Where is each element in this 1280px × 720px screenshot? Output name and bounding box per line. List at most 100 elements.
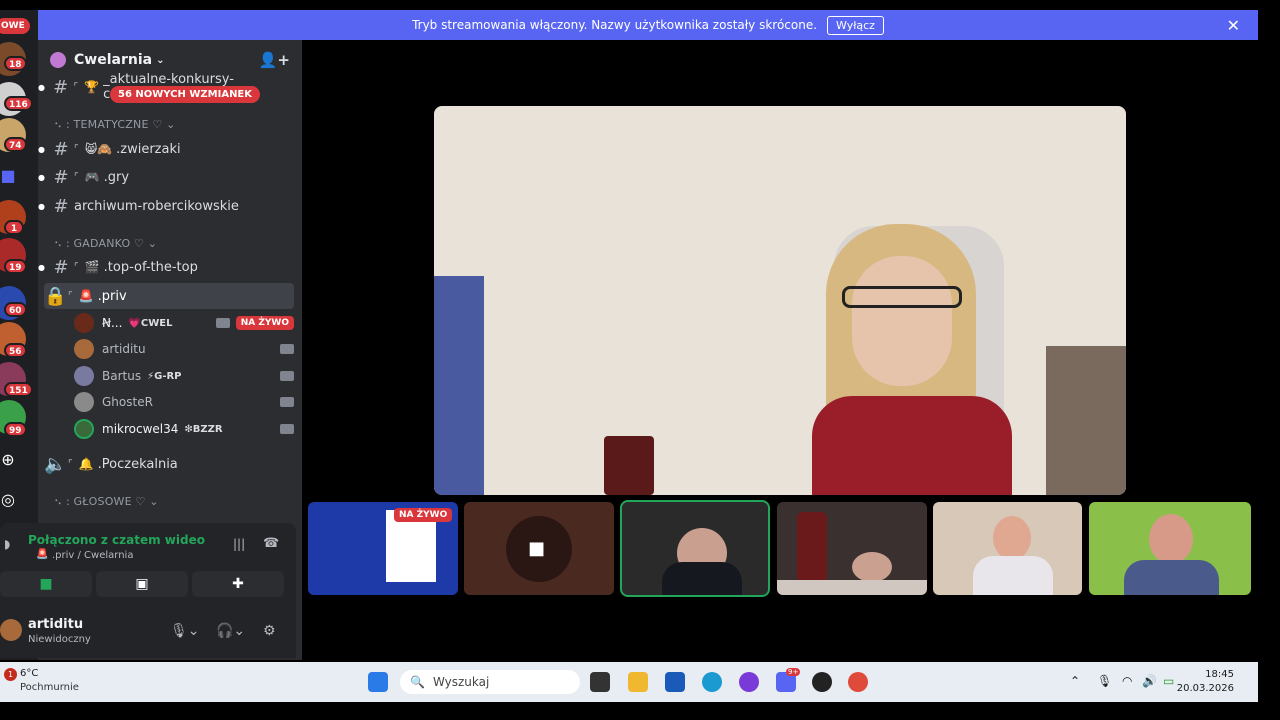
weather-temperature[interactable]: 6°C [20, 668, 38, 679]
clock[interactable]: 18:45 20.03.2026 [1177, 668, 1234, 696]
voice-connection-panel: ◗ Połączono z czatem wideo 🚨 .priv / Cwe… [0, 523, 296, 658]
voice-user[interactable]: GhosteR [74, 390, 294, 414]
signal-icon[interactable]: ◗ [4, 537, 10, 551]
voice-user[interactable]: mikrocwel34 ❇BZZR [74, 417, 294, 441]
battery-icon[interactable]: ▭ [1163, 674, 1174, 688]
avatar[interactable] [0, 619, 22, 641]
category-tematyczne[interactable]: ⠢ : TEMATYCZNE ♡ ⌄ [54, 118, 176, 131]
folder-icon[interactable]: ■ [0, 164, 20, 188]
obs-icon[interactable] [812, 672, 832, 692]
channel-emoji: 🎮 [84, 170, 100, 184]
channel-name: .Poczekalnia [97, 456, 178, 472]
invite-people-icon[interactable]: 👤+ [259, 51, 290, 69]
person-body [973, 556, 1053, 595]
channel-emoji: 🔔 [78, 457, 94, 471]
search-box[interactable]: 🔍 Wyszukaj [400, 670, 580, 694]
voice-user[interactable]: Ꞥ... 💗CWEL NA ŻYWO [74, 311, 294, 335]
voice-user-tag: 💗CWEL [128, 317, 173, 329]
server-badge: 1 [4, 220, 24, 235]
voice-user-tag: ❇BZZR [184, 423, 223, 435]
hash-icon: # [53, 138, 69, 160]
server-badge: 99 [4, 422, 27, 437]
server-flower-icon [50, 52, 66, 68]
screen-share-button[interactable]: ▣ [96, 571, 188, 597]
new-mentions-pill[interactable]: 56 NOWYCH WZMIANEK [110, 86, 261, 103]
channel-prefix: ⌜ [74, 171, 79, 183]
add-server-icon[interactable]: ⊕ [0, 448, 20, 472]
channel-emoji: 😸🙈 [84, 142, 113, 156]
channel-item[interactable]: ● # ⌜ 🎬 .top-of-the-top [38, 254, 294, 280]
channel-item[interactable]: ● # archiwum-robercikowskie [38, 193, 294, 219]
category-gadanko[interactable]: ⠢ : GADANKO ♡ ⌄ [54, 237, 157, 250]
voice-status[interactable]: Połączono z czatem wideo [28, 533, 205, 547]
explore-icon[interactable]: ◎ [0, 488, 20, 512]
unread-dot-icon: ● [38, 262, 45, 272]
channel-item-priv[interactable]: 🔒 ⌜ 🚨 .priv [44, 283, 294, 309]
headphones-icon[interactable]: 🎧⌄ [216, 623, 245, 639]
current-username[interactable]: artiditu [28, 617, 83, 632]
store-icon[interactable] [665, 672, 685, 692]
volume-icon[interactable]: 🔊 [1142, 674, 1157, 688]
video-stage: NA ŻYWO ■ [302, 40, 1258, 660]
edge-icon[interactable] [702, 672, 722, 692]
voice-user[interactable]: artiditu [74, 337, 294, 361]
person-body [662, 562, 742, 595]
activities-button[interactable]: ✚ [192, 571, 284, 597]
channel-prefix: ⌜ [68, 290, 73, 302]
channel-item[interactable]: 🔈 ⌜ 🔔 .Poczekalnia [44, 451, 294, 477]
video-tile-screenshare[interactable]: NA ŻYWO [308, 502, 458, 595]
hash-icon: # [53, 166, 69, 188]
video-tile[interactable] [1089, 502, 1251, 595]
task-view-icon[interactable] [590, 672, 610, 692]
gear-icon[interactable]: ⚙ [263, 623, 276, 639]
channel-name: .gry [103, 169, 130, 185]
voice-user-tag: ⚡G-RP [147, 370, 182, 382]
voice-location[interactable]: .priv / Cwelarnia [52, 550, 133, 561]
camera-icon [280, 424, 294, 434]
start-button[interactable] [368, 672, 388, 692]
unread-dot-icon: ● [38, 144, 45, 154]
siren-icon: 🚨 [36, 549, 49, 560]
video-tile[interactable] [777, 502, 927, 595]
category-glosowe[interactable]: ⠢ : GŁOSOWE ♡ ⌄ [54, 495, 159, 508]
voice-user-name: artiditu [102, 342, 146, 356]
chevron-up-icon[interactable]: ⌃ [1070, 674, 1080, 688]
wifi-icon[interactable]: ◠ [1122, 674, 1132, 688]
file-explorer-icon[interactable] [628, 672, 648, 692]
video-tile-speaking[interactable] [620, 500, 770, 597]
video-tile[interactable] [933, 502, 1082, 595]
speaker-icon: 🔈 [44, 453, 67, 475]
main-video-feed[interactable] [434, 106, 1126, 495]
avatar [74, 366, 94, 386]
live-badge: NA ŻYWO [235, 316, 294, 330]
chrome-icon[interactable] [848, 672, 868, 692]
channel-prefix: ⌜ [73, 81, 79, 93]
browser-icon[interactable] [739, 672, 759, 692]
new-badge: OWE [0, 18, 30, 34]
channel-emoji: 🎬 [84, 260, 100, 274]
camera-icon [280, 371, 294, 381]
video-tile-camera-off[interactable]: ■ [464, 502, 614, 595]
camera-button[interactable]: ■ [0, 571, 92, 597]
weather-description[interactable]: Pochmurnie [20, 682, 79, 693]
camera-icon [280, 344, 294, 354]
chair-right [1046, 346, 1126, 495]
hash-icon: # [53, 256, 69, 278]
gaming-chair [797, 512, 827, 582]
clock-date: 20.03.2026 [1176, 683, 1234, 694]
avatar [74, 339, 94, 359]
microphone-icon[interactable]: 🎙⌄ [170, 623, 200, 639]
live-badge: NA ŻYWO [394, 508, 453, 522]
desk [777, 580, 927, 595]
disable-streamer-mode-button[interactable]: Wyłącz [827, 15, 884, 35]
noise-suppression-icon[interactable]: ||| [233, 537, 245, 551]
activities-icon: ✚ [232, 576, 244, 592]
chevron-down-icon: ⌄ [156, 54, 165, 66]
channel-item[interactable]: ● # ⌜ 😸🙈 .zwierzaki [38, 136, 294, 162]
voice-user[interactable]: Bartus ⚡G-RP [74, 364, 294, 388]
microphone-icon[interactable]: 🎙 [1097, 674, 1112, 688]
channel-item[interactable]: ● # ⌜ 🎮 .gry [38, 164, 294, 190]
close-icon[interactable]: ✕ [1227, 16, 1240, 35]
disconnect-icon[interactable]: ☎ [263, 536, 279, 551]
channel-name: archiwum-robercikowskie [74, 198, 239, 214]
